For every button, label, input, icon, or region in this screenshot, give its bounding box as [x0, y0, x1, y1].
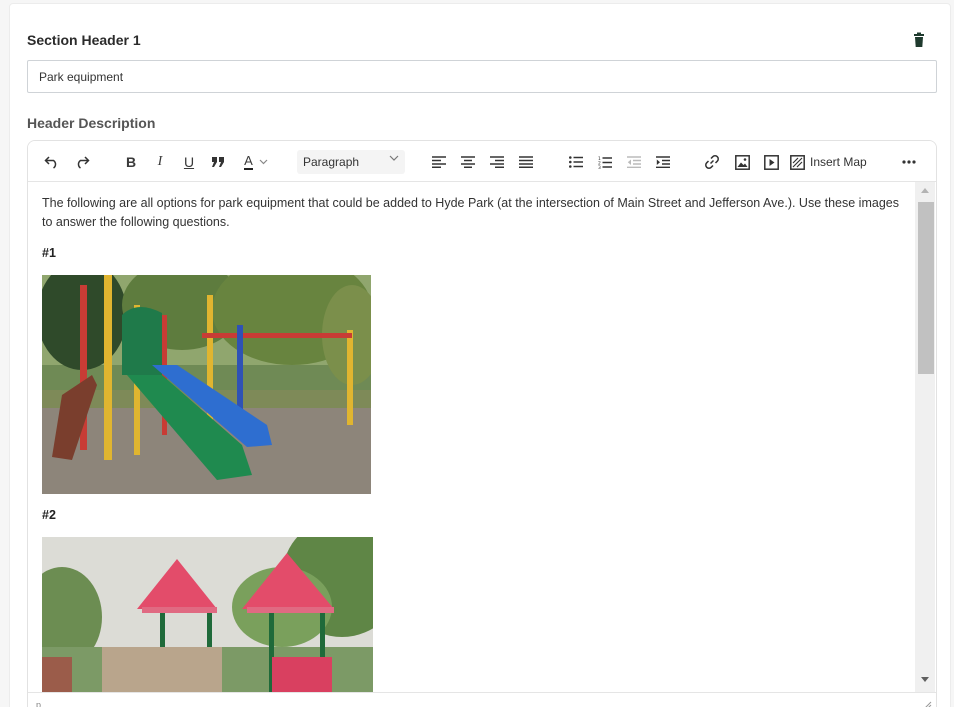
redo-icon[interactable] — [72, 151, 92, 173]
outdent-icon[interactable] — [625, 151, 643, 173]
svg-text:3: 3 — [598, 165, 601, 169]
bold-button[interactable]: B — [122, 151, 140, 173]
align-left-icon[interactable] — [430, 151, 448, 173]
resize-handle-icon[interactable] — [922, 699, 932, 707]
insert-map-label: Insert Map — [810, 155, 867, 169]
more-icon[interactable] — [899, 151, 919, 173]
item-2-heading: #2 — [42, 508, 56, 522]
media-icon[interactable] — [762, 151, 780, 173]
bullet-list-icon[interactable] — [567, 151, 585, 173]
editor-content[interactable]: The following are all options for park e… — [29, 182, 915, 692]
item-1-heading: #1 — [42, 246, 56, 260]
rich-text-editor: B I U A Paragraph 1 2 3 Insert Map The f… — [27, 140, 937, 707]
text-color-button[interactable]: A — [236, 151, 276, 173]
element-path[interactable]: p — [36, 700, 41, 707]
undo-icon[interactable] — [42, 151, 62, 173]
scroll-down-arrow-icon[interactable] — [921, 677, 929, 682]
editor-statusbar: p — [28, 692, 936, 707]
align-justify-icon[interactable] — [517, 151, 535, 173]
insert-map-button[interactable]: Insert Map — [790, 151, 872, 173]
chevron-down-icon — [389, 155, 399, 161]
image-icon[interactable] — [733, 151, 751, 173]
playground-photo-1 — [42, 275, 371, 494]
chevron-down-icon — [259, 159, 268, 165]
italic-button[interactable]: I — [151, 151, 169, 173]
trash-icon[interactable] — [911, 32, 927, 50]
intro-paragraph: The following are all options for park e… — [42, 196, 899, 229]
section-title: Section Header 1 — [27, 32, 141, 48]
underline-button[interactable]: U — [180, 151, 198, 173]
block-format-label: Paragraph — [303, 155, 360, 169]
indent-icon[interactable] — [654, 151, 672, 173]
link-icon[interactable] — [703, 151, 721, 173]
scroll-up-arrow-icon[interactable] — [921, 188, 929, 193]
playground-photo-2 — [42, 537, 373, 692]
map-icon — [790, 154, 805, 170]
blockquote-icon[interactable] — [208, 151, 228, 173]
align-right-icon[interactable] — [488, 151, 506, 173]
editor-toolbar: B I U A Paragraph 1 2 3 Insert Map — [28, 141, 936, 182]
text-color-label: A — [244, 153, 253, 170]
vertical-scrollbar[interactable] — [915, 182, 935, 692]
numbered-list-icon[interactable]: 123 — [596, 151, 614, 173]
scroll-thumb[interactable] — [918, 202, 934, 374]
align-center-icon[interactable] — [459, 151, 477, 173]
section-name-input[interactable] — [27, 60, 937, 93]
block-format-select[interactable]: Paragraph — [297, 150, 405, 174]
header-description-label: Header Description — [27, 115, 156, 131]
